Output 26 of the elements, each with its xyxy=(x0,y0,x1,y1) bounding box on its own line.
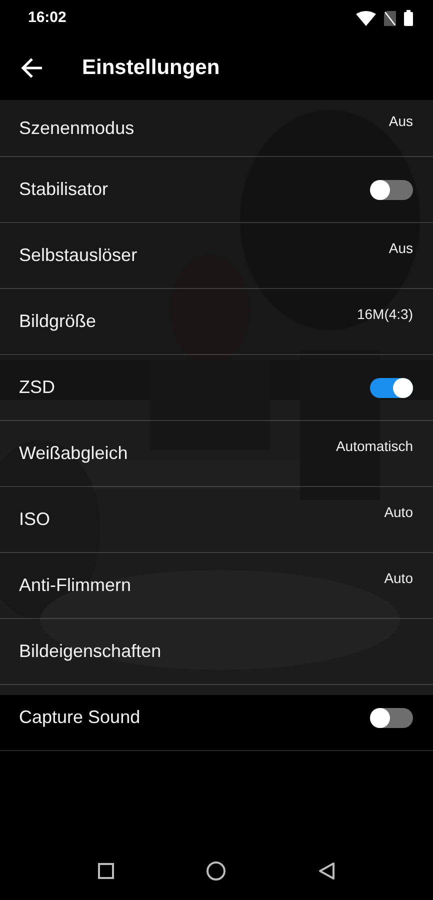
setting-value: Aus xyxy=(388,112,413,130)
wifi-icon xyxy=(356,10,376,26)
setting-label[interactable]: ZSD xyxy=(19,374,55,401)
setting-value: Aus xyxy=(388,239,413,258)
screen-title: Einstellungen xyxy=(82,55,220,82)
setting-value: Automatisch xyxy=(336,437,413,456)
setting-label[interactable]: Selbstauslöser xyxy=(19,242,138,269)
setting-label[interactable]: Stabilisator xyxy=(19,176,108,203)
setting-label[interactable]: Anti-Flimmern xyxy=(19,572,132,599)
setting-value: Auto xyxy=(384,503,413,522)
setting-label[interactable]: Weißabgleich xyxy=(19,440,128,467)
battery-icon xyxy=(404,10,413,26)
home-icon[interactable] xyxy=(206,861,226,881)
back-icon[interactable] xyxy=(318,862,335,880)
setting-label[interactable]: Bildgröße xyxy=(19,308,96,335)
setting-label[interactable]: Szenenmodus xyxy=(19,114,134,142)
no-sim-icon xyxy=(384,10,396,26)
setting-value: Auto xyxy=(384,569,413,588)
setting-label[interactable]: Bildeigenschaften xyxy=(19,638,162,665)
status-time: 16:02 xyxy=(28,8,66,28)
back-arrow-icon[interactable] xyxy=(20,57,44,79)
setting-label[interactable]: Capture Sound xyxy=(19,704,140,731)
recents-icon[interactable] xyxy=(98,863,114,879)
setting-label[interactable]: ISO xyxy=(19,506,50,533)
setting-value: 16M(4:3) xyxy=(356,305,413,324)
toggle-switch[interactable] xyxy=(370,708,413,728)
